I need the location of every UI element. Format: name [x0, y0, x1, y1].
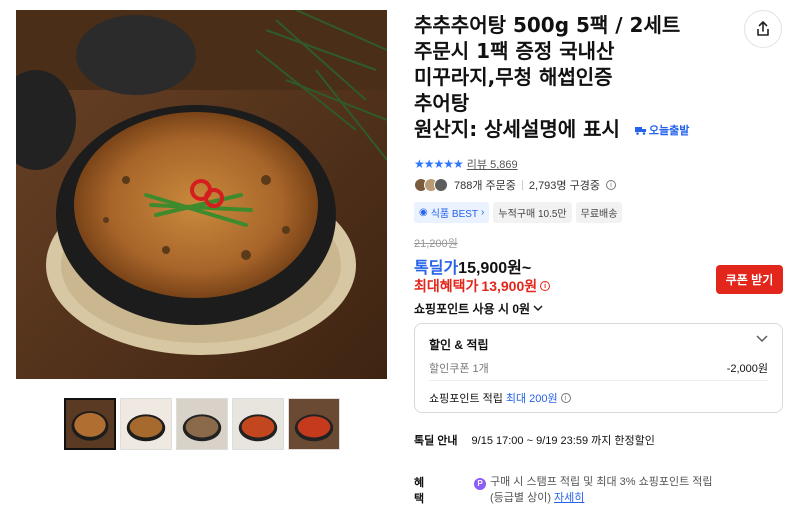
- get-coupon-button[interactable]: 쿠폰 받기: [716, 265, 783, 294]
- max-benefit-label: 최대혜택가: [414, 278, 479, 294]
- buyer-avatars: [414, 178, 448, 192]
- benefit-line2: (등급별 상이): [490, 492, 551, 504]
- tag-row: ◉ 식품 BEST › 누적구매 10.5만 무료배송: [414, 202, 623, 223]
- star-rating: ★★★★★: [414, 157, 464, 171]
- origin-text: 원산지: 상세설명에 표시: [414, 117, 620, 141]
- thumbnail-2[interactable]: [120, 398, 172, 450]
- info-icon[interactable]: i: [605, 180, 616, 190]
- benefit-line1: 구매 시 스탬프 적립 및 최대 3% 쇼핑포인트 적립: [490, 476, 713, 488]
- title-line: 추어탕: [414, 91, 470, 115]
- info-icon[interactable]: i: [540, 281, 551, 291]
- review-link[interactable]: 리뷰 5,869: [467, 156, 518, 172]
- cumulative-purchase-tag: 누적구매 10.5만: [493, 202, 572, 223]
- sale-price-value: 15,900원~: [458, 260, 532, 277]
- food-best-tag[interactable]: ◉ 식품 BEST ›: [414, 202, 490, 223]
- point-badge-icon: P: [474, 478, 486, 490]
- sale-price: 톡딜가15,900원~: [414, 254, 531, 278]
- share-icon: [757, 21, 769, 36]
- max-benefit-value: 13,900원: [481, 278, 538, 294]
- title-line: 원산지: 상세설명에 표시 오늘출발: [414, 116, 734, 144]
- points-value: 200원: [529, 393, 558, 405]
- share-button[interactable]: [744, 10, 782, 48]
- coupon-amount: -2,000원: [726, 363, 768, 375]
- tag-label: 식품 BEST: [430, 209, 479, 220]
- points-max-label: 최대: [505, 393, 527, 405]
- points-label: 쇼핑포인트 적립: [429, 393, 503, 405]
- info-icon[interactable]: i: [560, 393, 571, 403]
- free-shipping-tag: 무료배송: [575, 202, 623, 223]
- divider: [521, 180, 523, 190]
- today-delivery-label: 오늘출발: [648, 123, 690, 137]
- point-use-dropdown[interactable]: 쇼핑포인트 사용 시 0원: [414, 300, 543, 317]
- badge-icon: ◉: [419, 207, 428, 218]
- order-count: 788개 주문중: [454, 180, 516, 192]
- avatar: [434, 178, 448, 192]
- coupon-count: 할인쿠폰 1개: [429, 363, 489, 375]
- divider: [429, 380, 768, 381]
- order-activity-row: 788개 주문중 2,793명 구경중 i: [414, 177, 616, 193]
- thumbnail-4[interactable]: [232, 398, 284, 450]
- thumbnail-3[interactable]: [176, 398, 228, 450]
- title-line: 미꾸라지,무청 해썹인증: [414, 65, 613, 89]
- chevron-down-icon[interactable]: [756, 335, 768, 343]
- discount-points-box: 할인 & 적립 할인쿠폰 1개 -2,000원 쇼핑포인트 적립 최대 200원…: [414, 323, 783, 413]
- thumbnail-1[interactable]: [64, 398, 116, 450]
- title-line: 추추추어탕 500g 5팩 / 2세트: [414, 13, 681, 37]
- truck-icon: [634, 127, 646, 135]
- deal-info-row: 톡딜 안내 9/15 17:00 ~ 9/19 23:59 까지 한정할인: [414, 432, 655, 448]
- viewer-count: 2,793명 구경중: [528, 180, 600, 192]
- benefit-label: 혜택: [414, 477, 425, 505]
- original-price: 21,200원: [414, 238, 458, 250]
- rating-row: ★★★★★ 리뷰 5,869: [414, 156, 518, 172]
- points-accrual: 쇼핑포인트 적립 최대 200원 i: [429, 390, 571, 406]
- sale-price-label: 톡딜가: [414, 260, 459, 277]
- today-delivery-badge: 오늘출발: [634, 118, 690, 144]
- product-title: 추추추어탕 500g 5팩 / 2세트 주문시 1팩 증정 국내산 미꾸라지,무…: [414, 12, 734, 144]
- benefit-text: P 구매 시 스탬프 적립 및 최대 3% 쇼핑포인트 적립 (등급별 상이) 자…: [474, 474, 774, 506]
- chevron-right-icon: ›: [481, 207, 485, 218]
- details-link[interactable]: 자세히: [554, 492, 584, 504]
- thumbnail-5[interactable]: [288, 398, 340, 450]
- point-use-label: 쇼핑포인트 사용 시 0원: [414, 302, 531, 316]
- chevron-down-icon: [533, 305, 543, 311]
- discount-box-title: 할인 & 적립: [429, 338, 489, 352]
- max-benefit-price: 최대혜택가 13,900원 i: [414, 276, 551, 296]
- main-product-image: [16, 10, 387, 379]
- title-line: 주문시 1팩 증정 국내산: [414, 39, 615, 63]
- deal-info-text: 9/15 17:00 ~ 9/19 23:59 까지 한정할인: [471, 435, 655, 447]
- thumbnail-strip: [64, 398, 340, 450]
- deal-info-label: 톡딜 안내: [414, 435, 458, 447]
